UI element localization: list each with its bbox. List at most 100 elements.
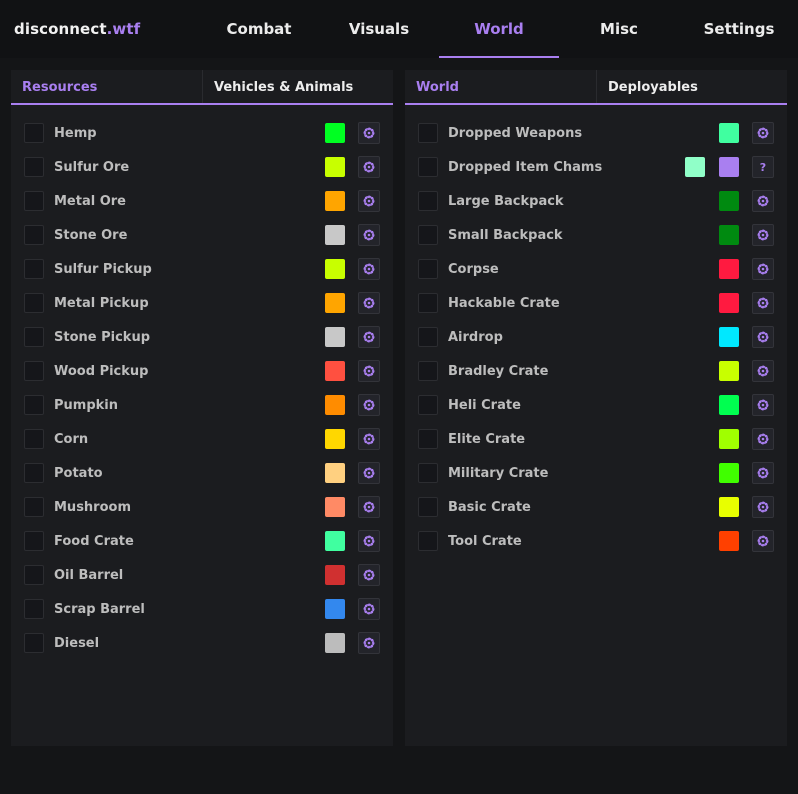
checkbox-small-backpack[interactable] (418, 225, 438, 245)
spinner-icon[interactable] (752, 224, 774, 246)
checkbox-elite-crate[interactable] (418, 429, 438, 449)
checkbox-diesel[interactable] (24, 633, 44, 653)
spinner-icon[interactable] (358, 156, 380, 178)
checkbox-sulfur-pickup[interactable] (24, 259, 44, 279)
spinner-icon[interactable] (358, 360, 380, 382)
color-swatch[interactable] (325, 361, 345, 381)
checkbox-pumpkin[interactable] (24, 395, 44, 415)
color-swatch[interactable] (325, 225, 345, 245)
color-swatch[interactable] (325, 259, 345, 279)
checkbox-dropped-weapons[interactable] (418, 123, 438, 143)
checkbox-stone-ore[interactable] (24, 225, 44, 245)
spinner-icon[interactable] (752, 428, 774, 450)
color-swatch[interactable] (719, 225, 739, 245)
color-swatch[interactable] (719, 497, 739, 517)
color-swatch[interactable] (719, 327, 739, 347)
color-swatch[interactable] (325, 157, 345, 177)
color-swatch[interactable] (325, 599, 345, 619)
spinner-icon[interactable] (358, 224, 380, 246)
color-swatch[interactable] (325, 463, 345, 483)
checkbox-tool-crate[interactable] (418, 531, 438, 551)
color-swatch[interactable] (719, 157, 739, 177)
spinner-icon[interactable] (358, 326, 380, 348)
checkbox-dropped-item-chams[interactable] (418, 157, 438, 177)
spinner-icon[interactable] (358, 564, 380, 586)
spinner-icon[interactable] (358, 496, 380, 518)
color-swatch[interactable] (719, 361, 739, 381)
checkbox-wood-pickup[interactable] (24, 361, 44, 381)
color-swatch[interactable] (719, 395, 739, 415)
color-swatch[interactable] (325, 293, 345, 313)
item-label: Diesel (54, 635, 100, 651)
spinner-icon[interactable] (358, 258, 380, 280)
spinner-icon[interactable] (358, 292, 380, 314)
spinner-icon[interactable] (358, 598, 380, 620)
subtab-resources[interactable]: Resources (11, 70, 202, 103)
spinner-icon[interactable] (752, 292, 774, 314)
subtab-world[interactable]: World (405, 70, 596, 103)
checkbox-potato[interactable] (24, 463, 44, 483)
color-swatch[interactable] (685, 157, 705, 177)
checkbox-stone-pickup[interactable] (24, 327, 44, 347)
nav-tab-combat[interactable]: Combat (199, 0, 319, 58)
help-icon[interactable]: ? (752, 156, 774, 178)
color-swatch[interactable] (325, 565, 345, 585)
color-swatch[interactable] (325, 395, 345, 415)
checkbox-hackable-crate[interactable] (418, 293, 438, 313)
color-swatch[interactable] (325, 531, 345, 551)
nav-tab-visuals[interactable]: Visuals (319, 0, 439, 58)
color-swatch[interactable] (719, 463, 739, 483)
spinner-icon[interactable] (358, 394, 380, 416)
nav-tab-world[interactable]: World (439, 0, 559, 58)
spinner-icon[interactable] (752, 190, 774, 212)
nav-tab-misc[interactable]: Misc (559, 0, 679, 58)
list-item-basic-crate: Basic Crate (405, 490, 787, 524)
color-swatch[interactable] (719, 259, 739, 279)
color-swatch[interactable] (325, 497, 345, 517)
spinner-icon[interactable] (358, 190, 380, 212)
color-swatch[interactable] (325, 123, 345, 143)
checkbox-corpse[interactable] (418, 259, 438, 279)
color-swatch[interactable] (325, 327, 345, 347)
spinner-icon[interactable] (358, 530, 380, 552)
spinner-icon[interactable] (752, 462, 774, 484)
checkbox-military-crate[interactable] (418, 463, 438, 483)
color-swatch[interactable] (325, 191, 345, 211)
spinner-icon[interactable] (752, 530, 774, 552)
color-swatch[interactable] (719, 429, 739, 449)
checkbox-heli-crate[interactable] (418, 395, 438, 415)
checkbox-basic-crate[interactable] (418, 497, 438, 517)
checkbox-food-crate[interactable] (24, 531, 44, 551)
spinner-icon[interactable] (752, 258, 774, 280)
spinner-icon[interactable] (358, 462, 380, 484)
color-swatch[interactable] (719, 293, 739, 313)
checkbox-scrap-barrel[interactable] (24, 599, 44, 619)
checkbox-airdrop[interactable] (418, 327, 438, 347)
spinner-icon[interactable] (752, 326, 774, 348)
spinner-icon[interactable] (358, 632, 380, 654)
color-swatch[interactable] (719, 191, 739, 211)
subtab-vehicles-and-animals[interactable]: Vehicles & Animals (202, 70, 393, 103)
checkbox-corn[interactable] (24, 429, 44, 449)
checkbox-metal-ore[interactable] (24, 191, 44, 211)
spinner-icon[interactable] (358, 122, 380, 144)
color-swatch[interactable] (325, 633, 345, 653)
checkbox-metal-pickup[interactable] (24, 293, 44, 313)
spinner-icon[interactable] (752, 122, 774, 144)
world-list: Dropped Weapons Dropped Item Chams? Large … (405, 105, 787, 558)
spinner-icon[interactable] (358, 428, 380, 450)
color-swatch[interactable] (325, 429, 345, 449)
checkbox-sulfur-ore[interactable] (24, 157, 44, 177)
checkbox-oil-barrel[interactable] (24, 565, 44, 585)
spinner-icon[interactable] (752, 394, 774, 416)
color-swatch[interactable] (719, 123, 739, 143)
nav-tab-settings[interactable]: Settings (679, 0, 798, 58)
checkbox-hemp[interactable] (24, 123, 44, 143)
subtab-deployables[interactable]: Deployables (596, 70, 787, 103)
spinner-icon[interactable] (752, 496, 774, 518)
checkbox-large-backpack[interactable] (418, 191, 438, 211)
checkbox-mushroom[interactable] (24, 497, 44, 517)
spinner-icon[interactable] (752, 360, 774, 382)
checkbox-bradley-crate[interactable] (418, 361, 438, 381)
color-swatch[interactable] (719, 531, 739, 551)
